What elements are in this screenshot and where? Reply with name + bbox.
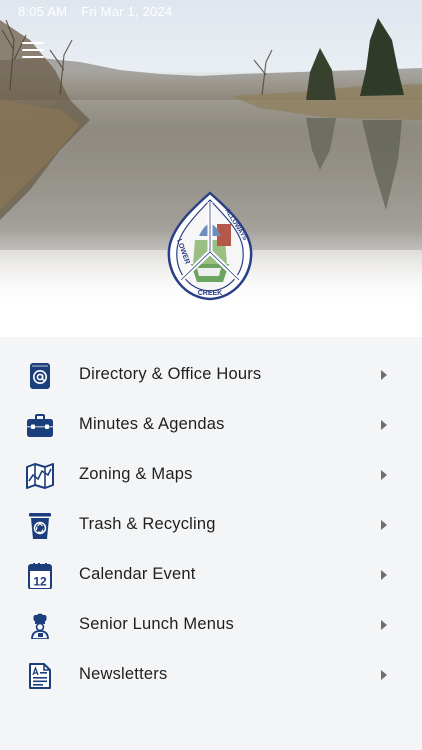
seal-text-creek: CREEK xyxy=(198,290,223,297)
menu-item-label: Trash & Recycling xyxy=(79,515,216,533)
chevron-right-icon xyxy=(381,470,387,480)
chevron-right-icon xyxy=(381,570,387,580)
menu-item-trash[interactable]: Trash & Recycling xyxy=(0,501,422,551)
chevron-right-icon xyxy=(381,420,387,430)
calendar-icon: 12 xyxy=(28,563,52,589)
menu-item-minutes[interactable]: Minutes & Agendas xyxy=(0,401,422,451)
hero-banner: 8:05 AM Fri Mar 1, 2024 LOWER ALLOWAYS CR… xyxy=(0,0,422,337)
chevron-right-icon xyxy=(381,670,387,680)
calendar-day-number: 12 xyxy=(33,575,47,589)
menu-item-newsletters[interactable]: Newsletters xyxy=(0,651,422,701)
menu-item-label: Newsletters xyxy=(79,665,168,683)
map-icon xyxy=(26,463,54,489)
menu-item-label: Minutes & Agendas xyxy=(79,415,225,433)
menu-item-label: Directory & Office Hours xyxy=(79,365,262,383)
menu-item-directory[interactable]: Directory & Office Hours xyxy=(0,351,422,401)
chevron-right-icon xyxy=(381,370,387,380)
hamburger-menu-icon[interactable] xyxy=(22,42,44,60)
chevron-right-icon xyxy=(381,620,387,630)
at-sign-icon xyxy=(30,363,50,389)
township-seal-logo: LOWER ALLOWAYS CREEK xyxy=(167,191,253,301)
menu-list: Directory & Office Hours Minutes & Agend… xyxy=(0,337,422,750)
menu-item-label: Calendar Event xyxy=(79,565,196,583)
briefcase-icon xyxy=(27,414,53,437)
menu-item-senior-lunch[interactable]: Senior Lunch Menus xyxy=(0,601,422,651)
menu-item-label: Zoning & Maps xyxy=(79,465,193,483)
menu-item-label: Senior Lunch Menus xyxy=(79,615,234,633)
recycle-bin-icon xyxy=(29,513,51,539)
chef-icon xyxy=(31,613,49,639)
menu-item-zoning[interactable]: Zoning & Maps xyxy=(0,451,422,501)
chevron-right-icon xyxy=(381,520,387,530)
newsletter-icon xyxy=(29,663,51,689)
status-date: Fri Mar 1, 2024 xyxy=(81,4,173,19)
status-bar: 8:05 AM Fri Mar 1, 2024 xyxy=(18,4,186,19)
status-time: 8:05 AM xyxy=(18,4,68,19)
menu-item-calendar[interactable]: 12 Calendar Event xyxy=(0,551,422,601)
